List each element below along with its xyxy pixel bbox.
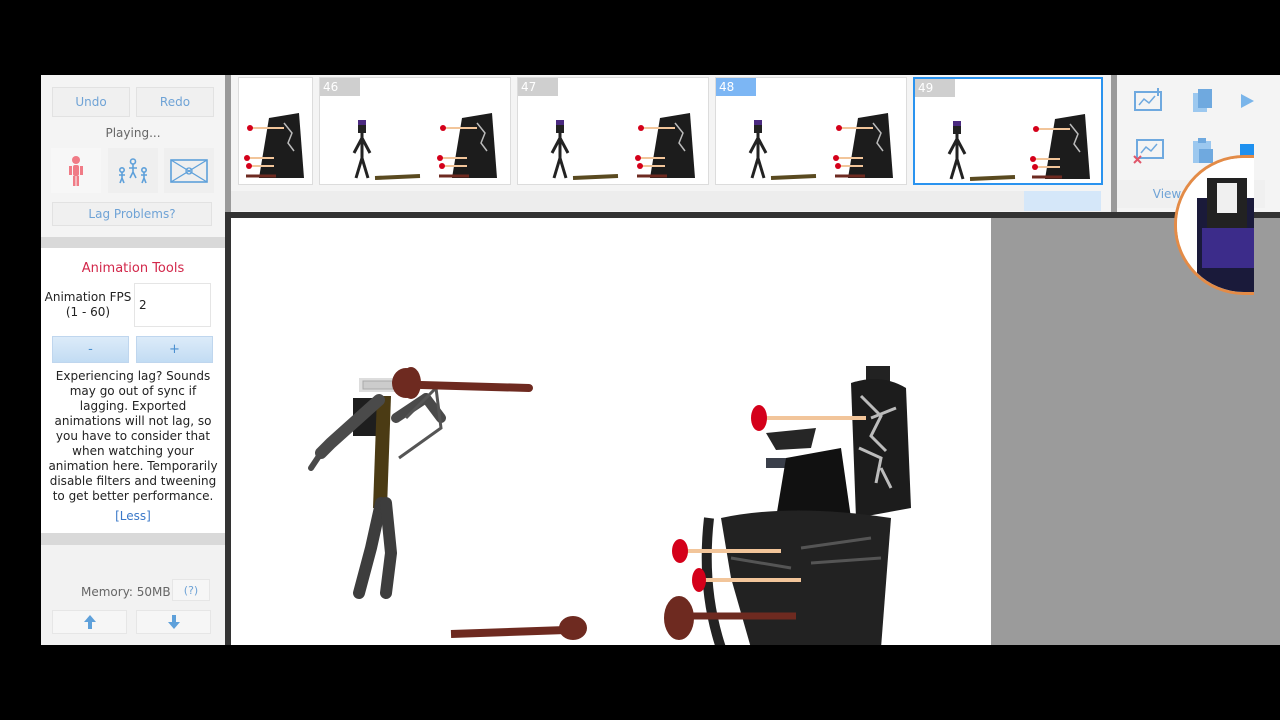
timeline-frame[interactable]: 47: [517, 77, 709, 185]
fps-label-line2: (1 - 60): [65, 305, 111, 319]
ground-plunger: [450, 616, 587, 640]
canvas-area: [225, 212, 1280, 645]
paste-frame-icon: [1193, 138, 1213, 163]
timeline-frame[interactable]: 48: [715, 77, 907, 185]
timeline-scroll-thumb[interactable]: [1024, 191, 1101, 211]
fps-decrease-button[interactable]: -: [52, 336, 129, 363]
add-frame-icon: [1134, 88, 1162, 111]
lag-info-text: Experiencing lag? Sounds may go out of s…: [48, 369, 218, 503]
lag-problems-button[interactable]: Lag Problems?: [52, 202, 212, 226]
scene-mode-button[interactable]: [164, 148, 214, 193]
add-frame-button[interactable]: [1129, 81, 1169, 121]
frame-number: 47: [518, 78, 558, 96]
animation-app: Undo Redo Playing... Lag Problems? Anima…: [41, 75, 1280, 645]
frame-number: 49: [915, 79, 955, 97]
group-figures-icon: [118, 157, 147, 183]
copy-frame-button[interactable]: [1183, 81, 1223, 121]
scene-illustration: [308, 366, 911, 645]
frame-number: 48: [716, 78, 756, 96]
timeline-frame[interactable]: 49: [913, 77, 1103, 185]
memory-readout: Memory: 50MB: [81, 585, 171, 599]
fps-label-line1: Animation FPS: [44, 290, 132, 304]
arrow-down-icon: [167, 615, 180, 629]
redo-button[interactable]: Redo: [136, 87, 214, 117]
scroll-up-button[interactable]: [52, 610, 127, 634]
timeline-frame[interactable]: 46: [319, 77, 511, 185]
playback-status: Playing...: [105, 126, 161, 140]
memory-panel: Memory: 50MB (?): [41, 545, 225, 645]
stick-figure-icon: [69, 155, 83, 186]
stickman-figure: [308, 367, 533, 599]
timeline-scrollbar[interactable]: [231, 191, 1101, 211]
animation-stage[interactable]: [231, 218, 991, 645]
fps-increase-button[interactable]: +: [136, 336, 213, 363]
toilet-monster: [664, 366, 911, 645]
fps-label: Animation FPS (1 - 60): [44, 290, 132, 320]
scroll-down-button[interactable]: [136, 610, 211, 634]
play-icon: [1241, 94, 1254, 108]
undo-button[interactable]: Undo: [52, 87, 130, 117]
arrow-up-icon: [83, 615, 96, 629]
animation-tools-title: Animation Tools: [81, 261, 185, 276]
toolbar-panel: Undo Redo Playing... Lag Problems?: [41, 75, 225, 237]
copy-frame-icon: [1193, 89, 1212, 112]
frame-number: 46: [320, 78, 360, 96]
group-mode-button[interactable]: [108, 148, 158, 193]
play-button[interactable]: [1227, 81, 1267, 121]
delete-frame-button[interactable]: [1129, 131, 1169, 171]
figure-mode-button[interactable]: [51, 148, 101, 193]
memory-help-button[interactable]: (?): [172, 579, 210, 601]
frame-timeline: 46 47 48 49: [231, 75, 1111, 215]
scene-image-icon: [170, 158, 208, 183]
timeline-frame[interactable]: [238, 77, 313, 185]
fps-input[interactable]: [134, 283, 211, 327]
animation-tools-panel: Animation Tools Animation FPS (1 - 60) -…: [41, 248, 225, 533]
delete-frame-icon: [1133, 139, 1164, 164]
less-link[interactable]: [Less]: [41, 509, 225, 523]
left-panel: Undo Redo Playing... Lag Problems? Anima…: [41, 75, 225, 645]
frame-thumbnail: [244, 113, 304, 178]
